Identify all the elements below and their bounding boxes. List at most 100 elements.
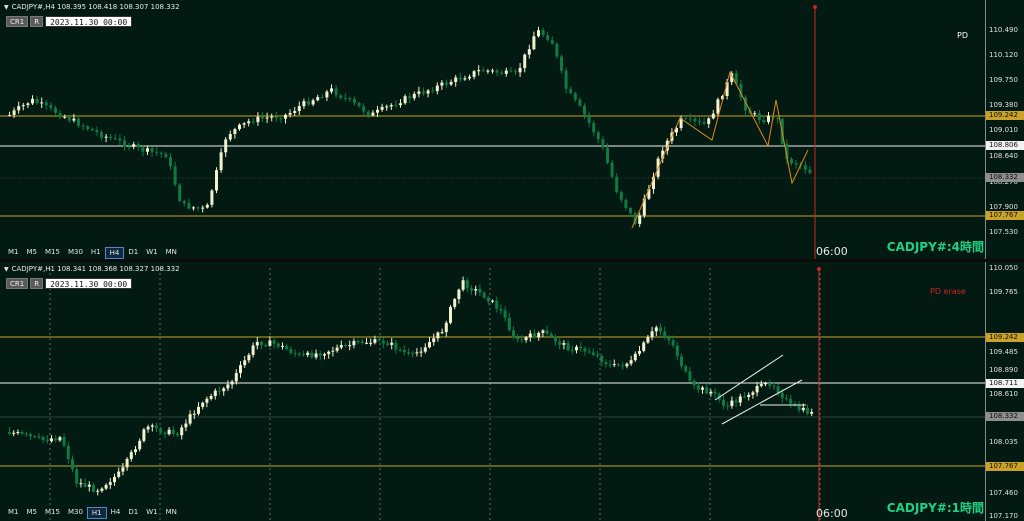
- tf-m15[interactable]: M15: [41, 247, 64, 259]
- candle-body: [169, 157, 172, 167]
- candle-body: [49, 105, 53, 108]
- current-price-tag: 108.332: [986, 173, 1024, 182]
- tf-m5[interactable]: M5: [23, 247, 42, 259]
- candle-body: [440, 332, 444, 334]
- candle-body: [247, 354, 251, 361]
- candle-body: [726, 405, 730, 407]
- candle-body: [671, 340, 675, 346]
- candle-body: [570, 350, 574, 352]
- tf-m1[interactable]: M1: [4, 247, 23, 259]
- candle-body: [550, 40, 554, 44]
- cr1-button[interactable]: CR1: [6, 16, 29, 27]
- candle-body: [615, 176, 619, 193]
- tf-m30[interactable]: M30: [64, 247, 87, 259]
- candle-body: [617, 364, 620, 366]
- candle-body: [772, 385, 776, 387]
- chart-pane-h4[interactable]: ▼ CADJPY#,H4 108.395 108.418 108.307 108.…: [0, 0, 1024, 259]
- candle-body: [477, 70, 481, 72]
- r-button[interactable]: R: [30, 16, 44, 27]
- candle-body: [67, 116, 71, 121]
- candle-body: [463, 78, 467, 80]
- candle-body: [454, 77, 458, 83]
- price-plot-h4[interactable]: [0, 0, 986, 259]
- price-axis[interactable]: 110.050 109.765 109.485 108.890 108.610 …: [985, 262, 1024, 521]
- candle-body: [654, 327, 658, 332]
- support-tag: 107.767: [986, 211, 1024, 220]
- tf-w1[interactable]: W1: [142, 247, 161, 259]
- candle-body: [696, 385, 700, 390]
- support-tag: 107.767: [986, 462, 1024, 471]
- date-field[interactable]: 2023.11.30 00:00: [45, 16, 133, 27]
- candle-body: [146, 148, 149, 152]
- candle-body: [20, 431, 24, 434]
- tf-h1[interactable]: H1: [86, 507, 107, 519]
- candle-body: [37, 436, 41, 438]
- candle-body: [377, 339, 381, 341]
- price-axis[interactable]: 110.490 110.120 109.750 109.380 109.010 …: [985, 0, 1024, 259]
- tf-d1[interactable]: D1: [124, 247, 142, 259]
- time-label: 06:00: [816, 507, 848, 520]
- candle-body: [123, 140, 126, 147]
- candle-body: [801, 407, 805, 411]
- tf-m5[interactable]: M5: [23, 507, 42, 519]
- candle-body: [213, 390, 217, 397]
- candle-body: [289, 349, 293, 354]
- tf-m30[interactable]: M30: [64, 507, 87, 519]
- candle-body: [92, 484, 95, 492]
- candle-body: [537, 332, 541, 338]
- candle-body: [428, 342, 431, 348]
- cr1-button[interactable]: CR1: [6, 278, 29, 289]
- candle-body: [482, 292, 486, 298]
- tf-mn[interactable]: MN: [162, 507, 181, 519]
- candle-body: [776, 386, 780, 393]
- candle-body: [362, 106, 366, 112]
- tf-h4[interactable]: H4: [104, 247, 125, 259]
- candle-body: [129, 452, 133, 459]
- candle-body: [465, 280, 469, 289]
- candle-body: [58, 113, 62, 118]
- candle-body: [579, 346, 583, 349]
- candle-body: [533, 333, 536, 338]
- date-field[interactable]: 2023.11.30 00:00: [45, 278, 133, 289]
- candle-body: [222, 388, 226, 392]
- candle-body: [440, 82, 444, 86]
- candle-body: [468, 76, 471, 79]
- r-button[interactable]: R: [30, 278, 44, 289]
- candle-body: [54, 107, 57, 114]
- price-plot-h1[interactable]: [0, 262, 986, 521]
- candle-body: [389, 105, 393, 107]
- candle-body: [394, 105, 398, 107]
- candle-body: [422, 91, 425, 94]
- price-tick: 110.050: [989, 264, 1018, 272]
- candle-body: [127, 146, 131, 148]
- candle-body: [272, 340, 276, 344]
- candle-body: [86, 126, 90, 130]
- menu-triangle-icon[interactable]: ▼: [4, 4, 9, 11]
- tf-w1[interactable]: W1: [142, 507, 161, 519]
- candle-body: [96, 490, 100, 492]
- candle-body: [713, 391, 717, 394]
- candle-body: [445, 82, 448, 85]
- chart-pane-h1[interactable]: ▼ CADJPY#,H1 108.341 108.368 108.327 108.…: [0, 262, 1024, 521]
- candle-body: [233, 129, 237, 135]
- tf-d1[interactable]: D1: [124, 507, 142, 519]
- tf-mn[interactable]: MN: [162, 247, 181, 259]
- candle-body: [797, 405, 801, 411]
- tf-m15[interactable]: M15: [41, 507, 64, 519]
- candle-body: [415, 352, 419, 354]
- menu-triangle-icon[interactable]: ▼: [4, 266, 9, 273]
- tf-m1[interactable]: M1: [4, 507, 23, 519]
- candle-body: [260, 341, 263, 346]
- tf-h1[interactable]: H1: [87, 247, 105, 259]
- candle-body: [560, 56, 563, 71]
- zigzag-pattern-line: [631, 70, 809, 229]
- line-tag: 108.806: [986, 141, 1024, 150]
- candle-body: [264, 345, 268, 347]
- candle-body: [555, 43, 559, 57]
- candle-body: [100, 488, 104, 491]
- candle-body: [302, 354, 305, 356]
- tf-h4[interactable]: H4: [107, 507, 125, 519]
- candle-body: [426, 90, 430, 94]
- candle-body: [187, 203, 191, 209]
- candle-body: [541, 30, 545, 36]
